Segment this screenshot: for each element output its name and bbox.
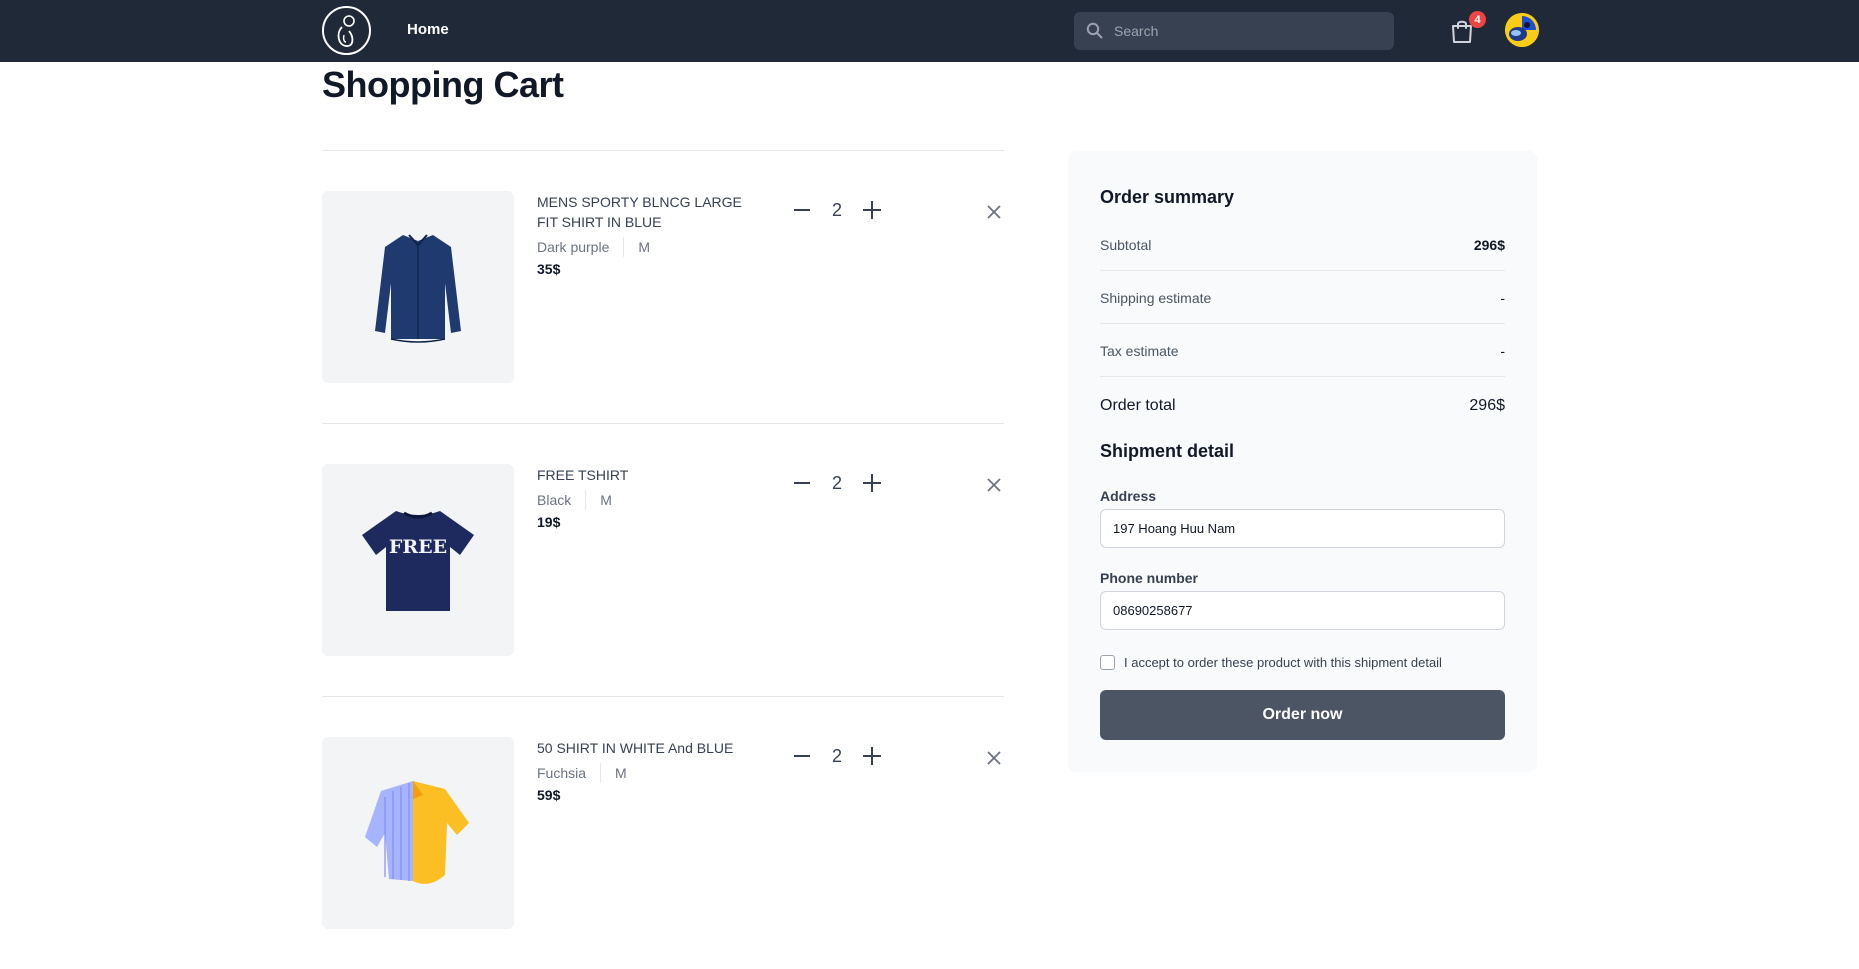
remove-item-button[interactable] (984, 202, 1004, 222)
close-icon (987, 478, 1001, 492)
order-summary-panel: Order summary Subtotal 296$ Shipping est… (1068, 151, 1537, 772)
order-total-label: Order total (1100, 397, 1176, 414)
product-image[interactable]: FREE (322, 464, 514, 656)
cart-list: MENS SPORTY BLNCG LARGE FIT SHIRT IN BLU… (322, 150, 1004, 969)
decrease-quantity-button[interactable] (787, 468, 817, 498)
meta-divider (600, 763, 602, 783)
minus-icon (794, 209, 810, 211)
remove-item-button[interactable] (984, 748, 1004, 768)
plus-icon (863, 201, 881, 219)
cart-item: MENS SPORTY BLNCG LARGE FIT SHIRT IN BLU… (322, 150, 1004, 423)
accept-terms[interactable]: I accept to order these product with thi… (1100, 655, 1442, 670)
item-price: 35$ (537, 261, 561, 277)
search-icon (1086, 22, 1103, 44)
item-name[interactable]: MENS SPORTY BLNCG LARGE FIT SHIRT IN BLU… (537, 192, 757, 232)
search-input[interactable] (1114, 12, 1384, 50)
minus-icon (794, 755, 810, 757)
meta-divider (623, 237, 625, 257)
tax-value: - (1500, 343, 1505, 359)
avatar[interactable] (1505, 13, 1539, 47)
tax-label: Tax estimate (1100, 343, 1179, 359)
decrease-quantity-button[interactable] (787, 195, 817, 225)
quantity-value: 2 (831, 745, 842, 766)
product-image[interactable] (322, 191, 514, 383)
summary-divider (1100, 323, 1505, 324)
cart-item: FREE FREE TSHIRT Black M 19$ 2 (322, 423, 1004, 696)
order-total-row: Order total 296$ (1100, 397, 1505, 415)
tshirt-print-text: FREE (389, 536, 447, 558)
cart-item: 50 SHIRT IN WHITE And BLUE Fuchsia M 59$… (322, 696, 1004, 969)
subtotal-label: Subtotal (1100, 237, 1152, 253)
order-total-value: 296$ (1469, 397, 1505, 414)
item-color: Fuchsia (537, 765, 587, 781)
item-name[interactable]: FREE TSHIRT (537, 465, 757, 485)
page-title: Shopping Cart (322, 64, 564, 105)
subtotal-row: Subtotal 296$ (1100, 237, 1505, 253)
accept-label: I accept to order these product with thi… (1124, 655, 1442, 670)
address-label: Address (1100, 488, 1157, 504)
item-meta: Fuchsia M (537, 763, 627, 783)
plus-icon (863, 747, 881, 765)
item-size: M (638, 239, 651, 255)
item-meta: Black M (537, 490, 612, 510)
product-image[interactable] (322, 737, 514, 929)
accept-checkbox[interactable] (1100, 655, 1115, 670)
increase-quantity-button[interactable] (857, 468, 887, 498)
item-price: 19$ (537, 514, 561, 530)
item-name[interactable]: 50 SHIRT IN WHITE And BLUE (537, 738, 757, 758)
address-field[interactable] (1100, 509, 1505, 548)
quantity-value: 2 (831, 472, 842, 493)
decrease-quantity-button[interactable] (787, 741, 817, 771)
item-meta: Dark purple M (537, 237, 650, 257)
plus-icon (863, 474, 881, 492)
subtotal-value: 296$ (1473, 237, 1505, 253)
item-size: M (600, 492, 612, 508)
shipping-value: - (1500, 290, 1505, 306)
shipping-label: Shipping estimate (1100, 290, 1212, 306)
summary-divider (1100, 376, 1505, 377)
quantity-stepper: 2 (787, 741, 887, 771)
meta-divider (585, 490, 587, 510)
cart-count-badge: 4 (1469, 11, 1486, 28)
phone-label: Phone number (1100, 570, 1199, 586)
order-summary-title: Order summary (1100, 187, 1235, 207)
search-bar[interactable] (1074, 12, 1394, 50)
summary-divider (1100, 270, 1505, 271)
quantity-value: 2 (831, 199, 842, 220)
item-size: M (615, 765, 627, 781)
shipment-detail-title: Shipment detail (1100, 441, 1235, 461)
nav-home-link[interactable]: Home (407, 21, 449, 38)
item-color: Dark purple (537, 239, 610, 255)
increase-quantity-button[interactable] (857, 195, 887, 225)
close-icon (987, 205, 1001, 219)
quantity-stepper: 2 (787, 468, 887, 498)
tax-row: Tax estimate - (1100, 343, 1505, 359)
logo-icon[interactable] (322, 6, 371, 55)
order-now-button[interactable]: Order now (1100, 690, 1505, 740)
navbar: Home 4 (0, 0, 1859, 62)
increase-quantity-button[interactable] (857, 741, 887, 771)
shipping-row: Shipping estimate - (1100, 290, 1505, 306)
quantity-stepper: 2 (787, 195, 887, 225)
item-price: 59$ (537, 787, 561, 803)
item-color: Black (537, 492, 572, 508)
minus-icon (794, 482, 810, 484)
close-icon (987, 751, 1001, 765)
remove-item-button[interactable] (984, 475, 1004, 495)
phone-field[interactable] (1100, 591, 1505, 630)
